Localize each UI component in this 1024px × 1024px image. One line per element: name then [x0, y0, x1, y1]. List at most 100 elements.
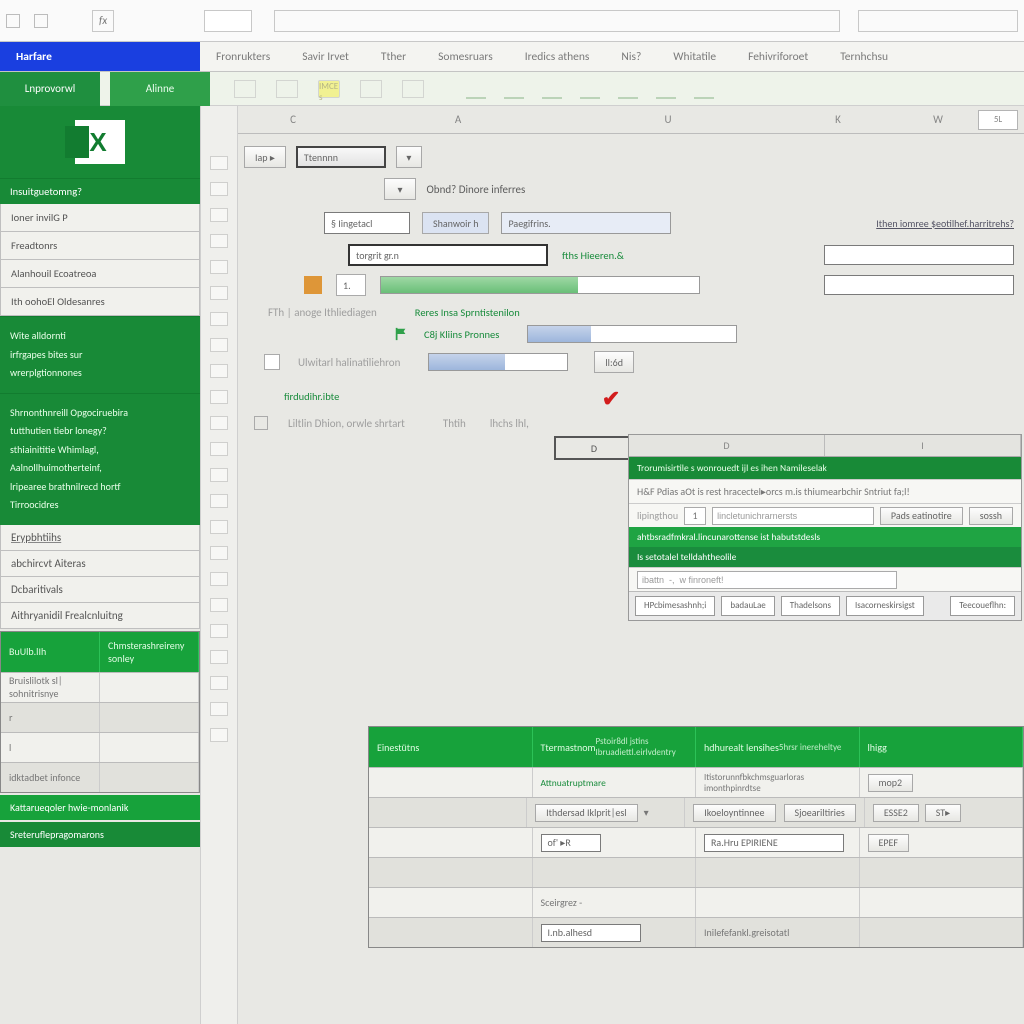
find-icon[interactable]	[694, 79, 714, 99]
qat-icon-2[interactable]	[34, 14, 48, 28]
form-title: Obnd? Dinore inferres	[427, 183, 526, 196]
btn-dd[interactable]: ▾	[396, 146, 422, 168]
inset-col-i[interactable]: I	[825, 435, 1021, 456]
lg-input[interactable]: I.nb.alhesd	[541, 924, 641, 942]
excel-x-icon: X	[89, 127, 106, 158]
checkbox[interactable]	[254, 416, 268, 430]
btn-ll6d[interactable]: ll:6d	[594, 351, 634, 373]
sidebar-item[interactable]: Erypbhtiihs	[0, 525, 200, 551]
col-header[interactable]: A	[348, 113, 568, 126]
sidebar-item[interactable]: Dcbaritivals	[0, 577, 200, 603]
sidebar-item[interactable]: abchircvt Aiteras	[0, 551, 200, 577]
format-icon[interactable]	[360, 80, 382, 98]
sidebar-footer-2[interactable]: Sreteruflepragomarons	[0, 822, 200, 847]
inset-btn[interactable]: Isacorneskirsigst	[846, 596, 924, 616]
lg-chip[interactable]: ST▸	[925, 804, 961, 822]
cut-icon[interactable]	[276, 80, 298, 98]
filter-icon[interactable]	[656, 79, 676, 99]
formula-bar-ext[interactable]	[858, 10, 1018, 32]
dropdown-tenn[interactable]: Ttennnn	[296, 146, 386, 168]
fill-icon[interactable]	[580, 79, 600, 99]
tab-8[interactable]: Fehivriforoet	[732, 42, 824, 71]
btn-iap[interactable]: Iap ▸	[244, 146, 286, 168]
sidebar-footer-1[interactable]: Kattarueqoler hwie-monlanik	[0, 795, 200, 820]
color-icon[interactable]	[402, 80, 424, 98]
inset-btn[interactable]: HPcbimesashnh;i	[635, 596, 715, 616]
lg-chip[interactable]: ESSE2	[873, 804, 919, 822]
fx-indicator[interactable]: fx	[92, 10, 114, 32]
lg-chip[interactable]: EPEF	[868, 834, 910, 852]
tab-1[interactable]: Fronrukters	[200, 42, 286, 71]
tab-9[interactable]: Ternhchsu	[824, 42, 904, 71]
checkbox[interactable]	[264, 354, 280, 370]
dropdown-pageifrms[interactable]: Paegifrins.	[501, 212, 671, 234]
stepper[interactable]: 1.	[336, 274, 366, 296]
sb-text: irfrgapes bites sur	[10, 346, 190, 365]
inset-chip-2[interactable]: sossh	[969, 507, 1013, 525]
tab-2[interactable]: Savir Irvet	[286, 42, 365, 71]
lg-input[interactable]: of' ▸R	[541, 834, 601, 852]
column-headers: C A U K W 5L	[238, 106, 1024, 134]
inset-btn[interactable]: badauLae	[721, 596, 774, 616]
highlight-chip[interactable]: IMCE s	[318, 80, 340, 98]
paste-icon[interactable]	[234, 80, 256, 98]
tab-7[interactable]: Whitatile	[657, 42, 732, 71]
col-header-end[interactable]: 5L	[978, 110, 1018, 130]
sort-icon[interactable]	[618, 79, 638, 99]
tab-3[interactable]: Tther	[365, 42, 422, 71]
orange-swatch-icon	[304, 276, 322, 294]
sidebar-item[interactable]: Alanhouil Ecoatreoa	[0, 260, 200, 288]
input-blank-2[interactable]	[824, 275, 1014, 295]
formula-bar[interactable]	[274, 10, 840, 32]
main-area: X Insuitguetomng? Ioner invilG P Freadto…	[0, 106, 1024, 1024]
sb-text: sthiainititie Whimlagl,	[10, 441, 190, 460]
input-torgrit[interactable]: torgrit gr.n	[348, 244, 548, 266]
input-blank-1[interactable]	[824, 245, 1014, 265]
btn-shanwoir[interactable]: Shanwoir h	[422, 212, 489, 234]
sub-tab-2[interactable]: Alinne	[110, 72, 210, 106]
inset-chip-1[interactable]: Pads eatinotire	[880, 507, 963, 525]
inset-btn[interactable]: Teecoueflhn:	[950, 596, 1015, 616]
tab-0[interactable]: Harfare	[0, 42, 200, 71]
tab-6[interactable]: Nis?	[605, 42, 657, 71]
lg-chip[interactable]: Sjoeariltiries	[784, 804, 856, 822]
italic-icon[interactable]	[504, 79, 524, 99]
inset-input-2[interactable]	[637, 571, 897, 589]
field-a[interactable]: § Iingetacl	[324, 212, 410, 234]
grid-cell[interactable]: r	[1, 703, 100, 732]
inset-input-1[interactable]	[712, 507, 874, 525]
sidebar-item[interactable]: Freadtonrs	[0, 232, 200, 260]
inset-col-d[interactable]: D	[629, 435, 825, 456]
sidebar-item[interactable]: Aithryanidil Frealcnluitng	[0, 603, 200, 629]
col-header[interactable]: C	[238, 113, 348, 126]
grid-cell[interactable]: l	[1, 733, 100, 762]
dropdown-icon[interactable]: ▾	[384, 178, 416, 200]
lg-input[interactable]: Ra.Hru EPIRIENE	[704, 834, 844, 852]
qat-icons	[6, 14, 72, 28]
lg-chip[interactable]: Ithdersad Iklprit|esl	[535, 804, 637, 822]
cell-d[interactable]: D	[554, 436, 634, 460]
inset-btn[interactable]: Thadelsons	[781, 596, 840, 616]
qat-icon-1[interactable]	[6, 14, 20, 28]
tab-5[interactable]: Iredics athens	[509, 42, 606, 71]
inset-num[interactable]: 1	[684, 507, 706, 525]
grid-cell[interactable]: idktadbet infonce	[1, 763, 100, 792]
grid-cell[interactable]: Bruislilotk sl| sohnitrisnye	[1, 673, 100, 702]
lg-chip[interactable]: Ikoeloyntinnee	[693, 804, 775, 822]
grid-hdr: Chmsterashreireny sonley	[100, 632, 199, 672]
file-tab[interactable]: Lnprovorwl	[0, 72, 100, 106]
sidebar-item[interactable]: Ioner invilG P	[0, 204, 200, 232]
lg-chip[interactable]: mop2	[868, 774, 914, 792]
col-header[interactable]: W	[908, 113, 968, 126]
underline-icon[interactable]	[542, 79, 562, 99]
label-ulw: Ulwitarl halinatiliehron	[298, 356, 400, 369]
bold-icon[interactable]	[466, 79, 486, 99]
tab-4[interactable]: Somesruars	[422, 42, 509, 71]
label-green-3: C8j Kliins Pronnes	[424, 328, 499, 341]
name-box[interactable]	[204, 10, 252, 32]
label-fth: FTh | anoge Ithliediagen	[268, 306, 377, 319]
col-header[interactable]: U	[568, 113, 768, 126]
col-header[interactable]: K	[768, 113, 908, 126]
link-details[interactable]: Ithen iomree $eotilhef.harritrehs?	[876, 217, 1014, 230]
sidebar-item[interactable]: Ith oohoEl Oldesanres	[0, 288, 200, 316]
